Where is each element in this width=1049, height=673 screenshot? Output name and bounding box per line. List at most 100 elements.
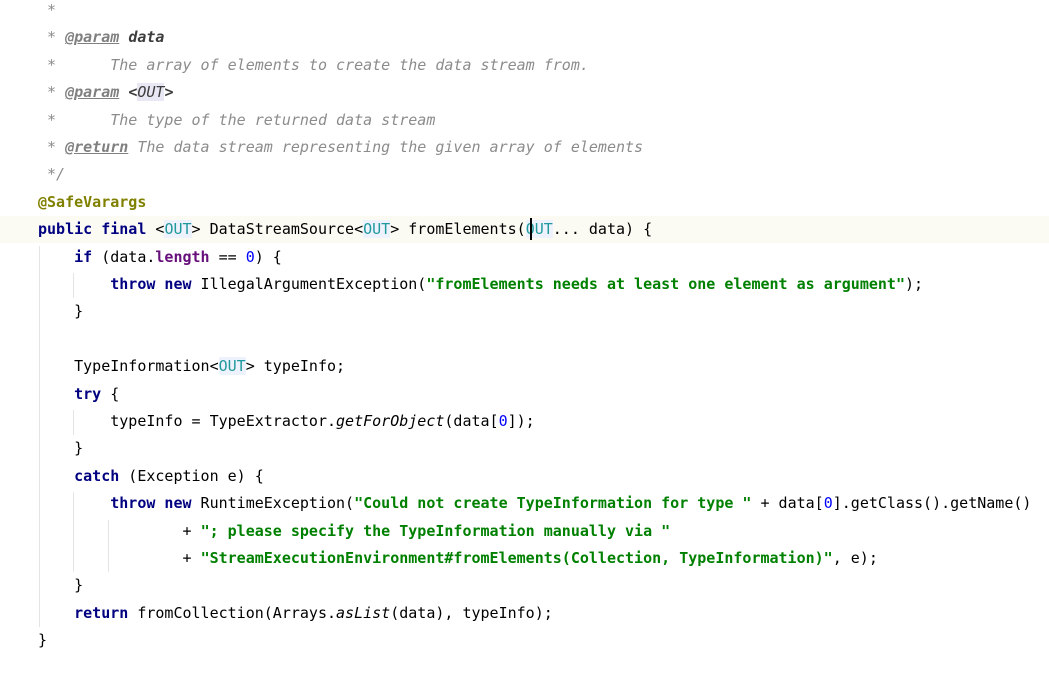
line-content: }	[38, 298, 83, 325]
token-static: asList	[336, 603, 391, 622]
token-plain: ... data) {	[552, 220, 653, 239]
token-doctag: @param	[65, 83, 120, 102]
code-line[interactable]: + "; please specify the TypeInformation …	[0, 518, 1049, 545]
line-content: @SafeVarargs	[38, 189, 146, 216]
line-content: }	[38, 435, 83, 462]
line-content: }	[38, 572, 83, 599]
token-kw: try	[74, 384, 102, 403]
code-line[interactable]: * @param data	[0, 24, 1049, 51]
token-kw: public final	[38, 220, 156, 239]
token-plain: typeInfo = TypeExtractor.	[38, 412, 337, 430]
code-line[interactable]: TypeInformation<OUT> typeInfo;	[0, 353, 1049, 380]
token-comment: *	[38, 28, 66, 47]
code-line[interactable]: }	[0, 627, 1049, 654]
line-content: catch (Exception e) {	[38, 463, 264, 490]
code-line[interactable]: catch (Exception e) {	[0, 463, 1049, 490]
code-line[interactable]: return fromCollection(Arrays.asList(data…	[0, 600, 1049, 627]
token-comment: * The array of elements to create the da…	[38, 55, 589, 74]
token-docval: <	[128, 83, 138, 102]
code-line[interactable]: * The type of the returned data stream	[0, 107, 1049, 134]
token-plain: ]);	[507, 412, 535, 430]
code-line[interactable]: * @return The data stream representing t…	[0, 134, 1049, 161]
code-line[interactable]: throw new IllegalArgumentException("from…	[0, 271, 1049, 298]
line-content: throw new RuntimeException("Could not cr…	[38, 490, 1031, 517]
code-line[interactable]: @SafeVarargs	[0, 189, 1049, 216]
token-plain: (Exception e) {	[119, 466, 264, 485]
code-line[interactable]: *	[0, 0, 1049, 24]
token-plain: > DataStreamSource<	[191, 220, 364, 239]
line-content: if (data.length == 0) {	[38, 244, 282, 271]
line-content: * @return The data stream representing t…	[38, 134, 643, 161]
token-tp: OUT	[164, 220, 192, 239]
code-line[interactable]: }	[0, 435, 1049, 462]
token-kw: return	[74, 603, 129, 622]
token-num: 0	[245, 247, 255, 266]
code-line[interactable]: * @param <OUT>	[0, 79, 1049, 106]
line-content: return fromCollection(Arrays.asList(data…	[38, 600, 553, 627]
token-kw: throw new	[110, 494, 192, 513]
code-line[interactable]: */	[0, 161, 1049, 188]
line-content: */	[38, 161, 65, 188]
line-content: * @param data	[38, 24, 164, 51]
line-content: try {	[38, 381, 119, 408]
line-content: * The type of the returned data stream	[38, 107, 435, 134]
code-line[interactable]: typeInfo = TypeExtractor.getForObject(da…	[0, 408, 1049, 435]
code-editor[interactable]: * * @param data * The array of elements …	[0, 0, 1049, 673]
token-static: getForObject	[336, 412, 445, 430]
line-content: + "; please specify the TypeInformation …	[38, 518, 670, 545]
token-comment	[119, 28, 128, 46]
token-str: "Could not create TypeInformation for ty…	[354, 494, 752, 513]
code-line[interactable]: if (data.length == 0) {	[0, 244, 1049, 271]
line-content: }	[38, 627, 47, 654]
code-line[interactable]: public final <OUT> DataStreamSource<OUT>…	[0, 216, 1049, 244]
token-docval: >	[164, 83, 174, 102]
token-typeparam-box: OUT	[137, 83, 165, 102]
token-plain: (data), typeInfo);	[390, 603, 553, 622]
token-plain: +	[38, 549, 201, 567]
token-num: 0	[498, 412, 508, 430]
code-line[interactable]: }	[0, 298, 1049, 325]
line-content: typeInfo = TypeExtractor.getForObject(da…	[38, 408, 535, 435]
line-content: TypeInformation<OUT> typeInfo;	[38, 353, 345, 380]
token-plain: }	[38, 302, 84, 321]
token-plain: ==	[209, 247, 246, 266]
token-comment: *	[38, 1, 57, 19]
code-line[interactable]: * The array of elements to create the da…	[0, 52, 1049, 79]
token-plain: RuntimeException(	[191, 494, 355, 513]
token-comment	[119, 83, 128, 101]
token-plain: IllegalArgumentException(	[191, 275, 427, 293]
token-plain: , e);	[832, 549, 878, 567]
token-comment: The data stream representing the given a…	[128, 138, 644, 156]
code-line[interactable]: try {	[0, 381, 1049, 408]
token-num: 0	[823, 494, 833, 513]
code-line[interactable]: + "StreamExecutionEnvironment#fromElemen…	[0, 545, 1049, 572]
token-comment: */	[38, 165, 66, 184]
code-line[interactable]: throw new RuntimeException("Could not cr…	[0, 490, 1049, 517]
token-ann: @SafeVarargs	[38, 192, 147, 211]
code-line[interactable]	[0, 326, 1049, 353]
token-str: "StreamExecutionEnvironment#fromElements…	[200, 549, 833, 567]
token-str: "; please specify the TypeInformation ma…	[200, 521, 671, 540]
line-content: *	[38, 0, 56, 24]
token-plain: );	[904, 275, 924, 293]
token-kw: if	[74, 247, 93, 266]
token-plain: TypeInformation<	[38, 357, 219, 376]
token-plain: > fromElements(	[390, 220, 526, 239]
token-comment: * The type of the returned data stream	[38, 110, 436, 129]
token-plain: ) {	[254, 247, 282, 266]
token-kw: throw new	[110, 275, 192, 293]
line-content: * The array of elements to create the da…	[38, 52, 589, 79]
line-content: throw new IllegalArgumentException("from…	[38, 271, 923, 298]
token-comment: *	[38, 83, 66, 102]
token-tp: OUT	[363, 220, 391, 239]
code-line[interactable]: }	[0, 572, 1049, 599]
token-field: length	[155, 247, 210, 266]
token-str: "fromElements needs at least one element…	[426, 275, 905, 293]
token-plain: {	[101, 384, 120, 403]
token-plain: }	[38, 439, 84, 458]
token-plain: }	[38, 631, 48, 650]
